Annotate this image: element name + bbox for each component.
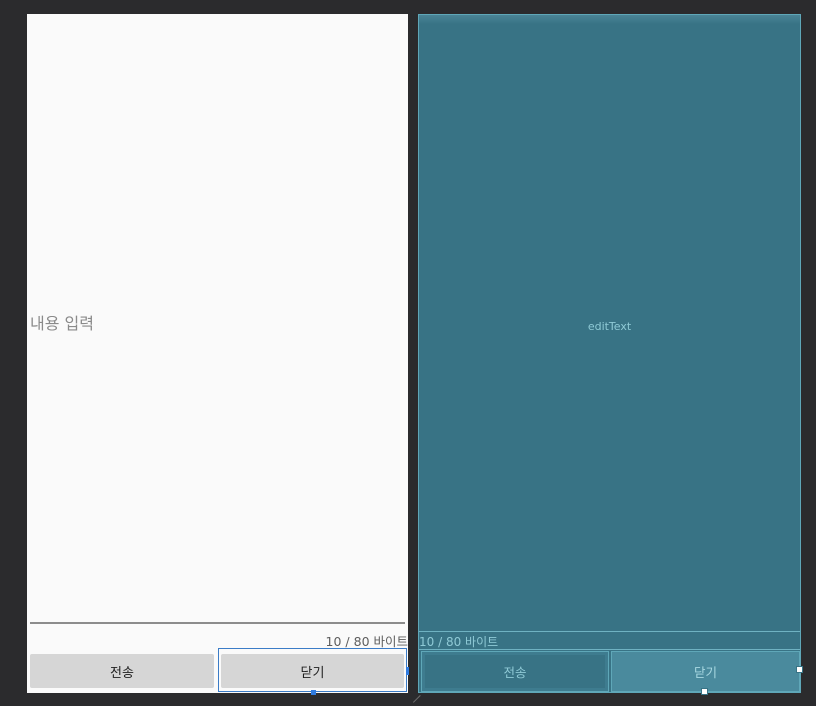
blueprint-edit-text[interactable]: editText — [419, 15, 800, 632]
blueprint-resize-handle-bottom[interactable] — [701, 688, 708, 695]
blueprint-byte-counter-label: 10 / 80 바이트 — [419, 635, 499, 649]
canvas-resize-grip-icon[interactable] — [412, 695, 428, 706]
design-preview[interactable]: 내용 입력 10 / 80 바이트 전송 닫기 — [27, 14, 409, 695]
selection-outline — [218, 648, 407, 692]
layout-editor-canvas: 내용 입력 10 / 80 바이트 전송 닫기 editText 10 / 80… — [0, 0, 816, 706]
send-button[interactable]: 전송 — [30, 654, 214, 688]
blueprint-send-button[interactable]: 전송 — [421, 651, 609, 692]
blueprint-resize-handle-right[interactable] — [796, 666, 803, 673]
blueprint-button-row-divider — [419, 649, 800, 650]
blueprint-preview[interactable]: editText 10 / 80 바이트 전송 닫기 — [418, 14, 803, 695]
blueprint-edit-text-label: editText — [587, 320, 632, 333]
resize-handle-right[interactable] — [406, 667, 409, 675]
content-input-hint[interactable]: 내용 입력 — [30, 310, 94, 334]
blueprint-close-button[interactable]: 닫기 — [611, 651, 800, 692]
content-input-underline — [30, 622, 405, 624]
resize-handle-bottom[interactable] — [311, 690, 316, 695]
